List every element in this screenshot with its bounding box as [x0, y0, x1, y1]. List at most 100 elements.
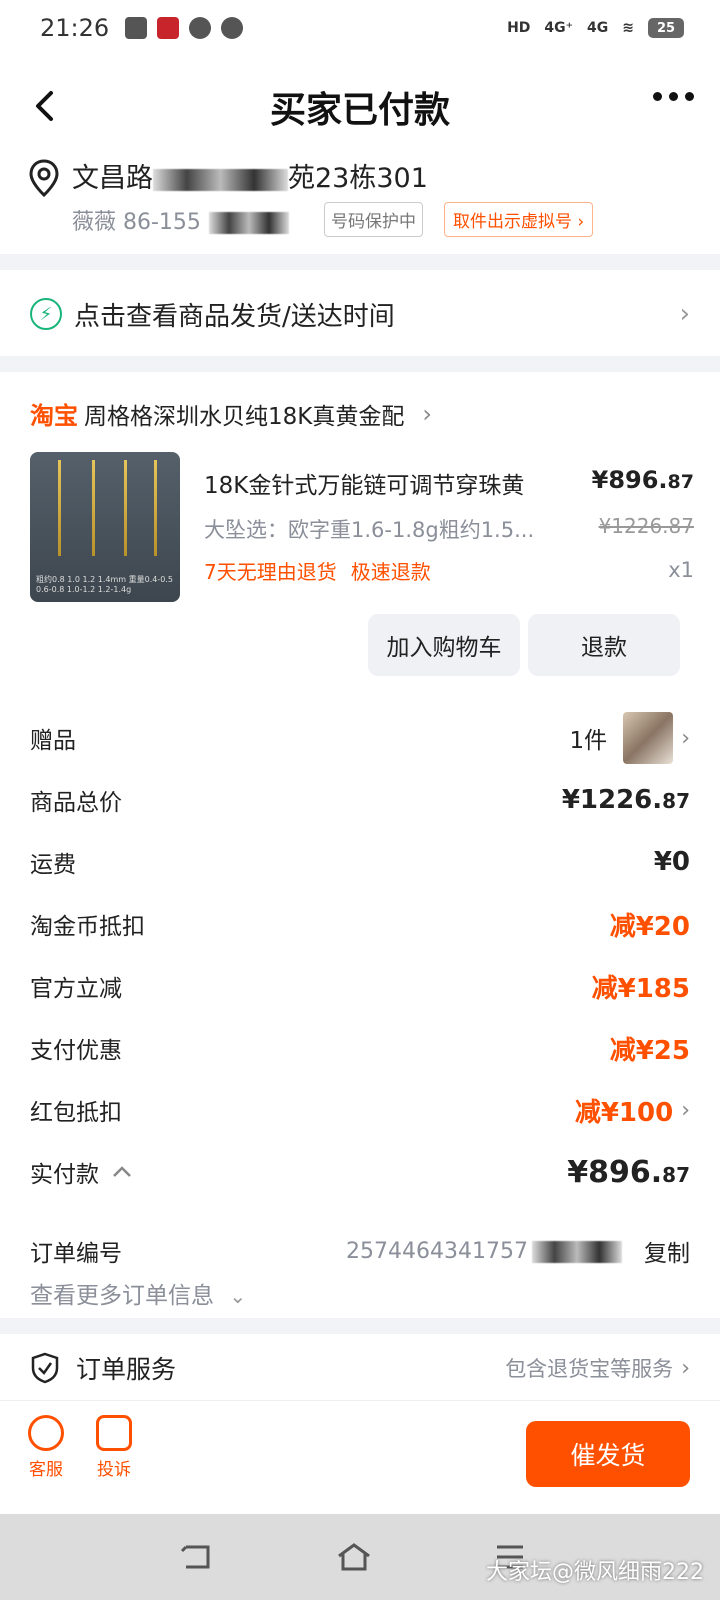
- price-breakdown: 赠品 1件 › 商品总价 ¥1226.87 运费 ¥0 淘金币抵扣 减¥20 官…: [30, 707, 690, 1203]
- redacted-block: [208, 212, 289, 234]
- address-prefix: 文昌路: [72, 163, 153, 194]
- product-promos: 7天无理由退货 极速退款: [204, 556, 431, 585]
- order-number-row: 订单编号 2574464341757 复制: [30, 1234, 690, 1268]
- original-price: ¥1226.87: [598, 514, 694, 538]
- chevron-right-icon: ›: [681, 1097, 690, 1123]
- price-main: ¥896.: [591, 466, 668, 494]
- chat-icon: [221, 17, 244, 39]
- product-card[interactable]: 粗约0.8 1.0 1.2 1.4mm 重量0.4-0.5 0.6-0.8 1.…: [30, 452, 694, 602]
- official-value: 减¥185: [591, 973, 690, 1004]
- more-menu-button[interactable]: [653, 92, 694, 101]
- divider: [0, 254, 720, 270]
- coin-value: 减¥20: [609, 911, 690, 942]
- image-caption: 粗约0.8 1.0 1.2 1.4mm 重量0.4-0.5 0.6-0.8 1.…: [36, 575, 173, 594]
- urge-shipping-button[interactable]: 催发货: [526, 1421, 690, 1487]
- chevron-right-icon: ›: [679, 299, 690, 329]
- complain-label: 投诉: [97, 1460, 131, 1480]
- number-protection-tag: 号码保护中: [324, 202, 423, 237]
- app-notification-icon: [157, 17, 180, 39]
- location-pin-icon: [29, 159, 59, 198]
- battery-icon: 25: [648, 18, 684, 38]
- redacted-block: [153, 168, 288, 191]
- status-bar: 21:26 HD 4G⁺ 4G ≋ 25: [0, 0, 720, 56]
- shield-check-icon: [31, 1352, 59, 1384]
- delivery-time-row[interactable]: ⚡ 点击查看商品发货/送达时间 ›: [0, 272, 720, 356]
- order-number-text: 2574464341757: [346, 1238, 528, 1264]
- shop-row[interactable]: 淘宝 周格格深圳水贝纯18K真黄金配 ›: [30, 396, 432, 431]
- refund-button[interactable]: 退款: [528, 614, 680, 676]
- product-image[interactable]: 粗约0.8 1.0 1.2 1.4mm 重量0.4-0.5 0.6-0.8 1.…: [30, 452, 180, 602]
- wifi-icon: ≋: [622, 20, 634, 36]
- gift-count: 1件: [569, 728, 608, 754]
- chain-graphic: [58, 460, 61, 556]
- more-order-info-button[interactable]: 查看更多订单信息 ⌄: [30, 1276, 246, 1310]
- customer-service-label: 客服: [29, 1460, 63, 1480]
- back-button[interactable]: [24, 86, 64, 126]
- product-quantity: x1: [668, 558, 694, 582]
- hd-icon: HD: [507, 20, 531, 36]
- chevron-down-icon: ⌄: [229, 1284, 247, 1308]
- sync-icon: [189, 17, 212, 39]
- copy-button[interactable]: 复制: [644, 1234, 690, 1268]
- system-nav-bar: 大家坛@微风细雨222: [0, 1514, 720, 1600]
- more-dot: [653, 92, 662, 101]
- paid-cents: 87: [662, 1162, 690, 1187]
- promo-fast-refund: 极速退款: [350, 560, 431, 584]
- red-packet-row[interactable]: 红包抵扣 减¥100 ›: [30, 1079, 690, 1141]
- promo-return: 7天无理由退货: [204, 560, 337, 584]
- network-4g-plus: 4G⁺: [544, 20, 574, 36]
- red-packet-label: 红包抵扣: [30, 1100, 122, 1126]
- price-cents: 87: [667, 471, 694, 493]
- payment-discount-row: 支付优惠 减¥25: [30, 1017, 690, 1079]
- product-title: 18K金针式万能链可调节穿珠黄: [204, 473, 525, 499]
- status-time: 21:26: [40, 14, 110, 42]
- bottom-action-bar: 客服 投诉 催发货: [0, 1400, 720, 1514]
- gift-row[interactable]: 赠品 1件 ›: [30, 707, 690, 769]
- product-spec: 大坠选：欧字重1.6-1.8g粗约1.5...: [204, 518, 535, 542]
- address-suffix: 苑23栋301: [288, 163, 428, 194]
- add-to-cart-button[interactable]: 加入购物车: [368, 614, 520, 676]
- chain-graphic: [124, 460, 127, 556]
- smiley-icon: [28, 1415, 64, 1451]
- payment-value: 减¥25: [609, 1035, 690, 1066]
- notification-icons: [125, 17, 244, 39]
- red-packet-value: 减¥100: [574, 1097, 674, 1128]
- back-nav-icon[interactable]: [180, 1542, 214, 1572]
- network-4g: 4G: [587, 20, 609, 36]
- watermark: 大家坛@微风细雨222: [486, 1560, 704, 1585]
- more-dot: [685, 92, 694, 101]
- divider: [0, 1318, 720, 1334]
- paid-row[interactable]: 实付款 ¥896.87: [30, 1141, 690, 1203]
- redacted-block: [532, 1240, 622, 1263]
- page-title: 买家已付款: [269, 90, 450, 131]
- taobao-logo: 淘宝: [30, 402, 78, 430]
- gift-label: 赠品: [30, 728, 76, 754]
- service-description: 包含退货宝等服务: [505, 1357, 674, 1381]
- address-line: 文昌路 苑23栋301: [72, 156, 428, 195]
- status-right: HD 4G⁺ 4G ≋ 25: [507, 18, 684, 38]
- coin-discount-row: 淘金币抵扣 减¥20: [30, 893, 690, 955]
- virtual-number-button[interactable]: 取件出示虚拟号 ›: [444, 202, 594, 237]
- home-nav-icon[interactable]: [336, 1542, 372, 1572]
- paid-value: ¥896.87: [567, 1155, 690, 1190]
- address-section[interactable]: 文昌路 苑23栋301 薇薇 86-155 号码保护中 取件出示虚拟号 ›: [0, 152, 720, 252]
- order-number-label: 订单编号: [30, 1241, 122, 1267]
- paid-main: ¥896.: [567, 1154, 663, 1190]
- nav-bar: 买家已付款: [0, 70, 720, 144]
- order-number-value: 2574464341757: [346, 1239, 622, 1264]
- contact-line: 薇薇 86-155: [72, 204, 289, 236]
- order-service-row[interactable]: 订单服务 包含退货宝等服务 ›: [0, 1336, 720, 1400]
- total-cents: 87: [662, 789, 690, 813]
- customer-service-button[interactable]: 客服: [16, 1415, 76, 1480]
- total-value: ¥1226.87: [562, 785, 690, 815]
- official-label: 官方立减: [30, 976, 122, 1002]
- coin-label: 淘金币抵扣: [30, 914, 145, 940]
- sim-icon: [125, 17, 148, 39]
- shipping-label: 运费: [30, 852, 76, 878]
- complain-button[interactable]: 投诉: [84, 1415, 144, 1480]
- chevron-right-icon: ›: [422, 399, 432, 428]
- total-label: 商品总价: [30, 790, 122, 816]
- more-order-info-label: 查看更多订单信息: [30, 1283, 214, 1309]
- contact-name-phone: 薇薇 86-155: [72, 210, 201, 235]
- complaint-icon: [96, 1415, 132, 1451]
